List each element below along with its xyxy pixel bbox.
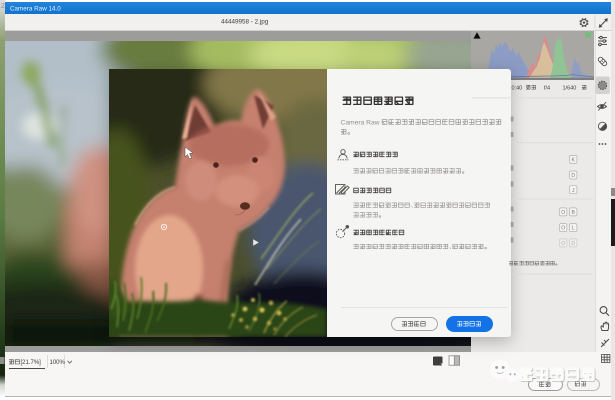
svg-text:1/640: 1/640 — [563, 85, 577, 91]
svg-text:f/4: f/4 — [544, 85, 550, 91]
svg-text:0:40: 0:40 — [512, 85, 523, 91]
svg-text:O: O — [561, 210, 565, 216]
svg-text:[21.7%]: [21.7%] — [21, 360, 42, 366]
svg-text:O: O — [561, 241, 565, 247]
svg-text:D: D — [571, 173, 575, 179]
svg-text:44449958 - 2.jpg: 44449958 - 2.jpg — [221, 18, 269, 25]
svg-text:Camera Raw: Camera Raw — [341, 120, 380, 127]
svg-text:2: 2 — [1, 3, 5, 10]
svg-text:D: D — [571, 241, 575, 247]
svg-text:O: O — [561, 226, 565, 232]
svg-text:L: L — [572, 226, 575, 232]
svg-text:Camera Raw 14.0: Camera Raw 14.0 — [10, 6, 61, 13]
svg-text:100%: 100% — [50, 360, 66, 366]
